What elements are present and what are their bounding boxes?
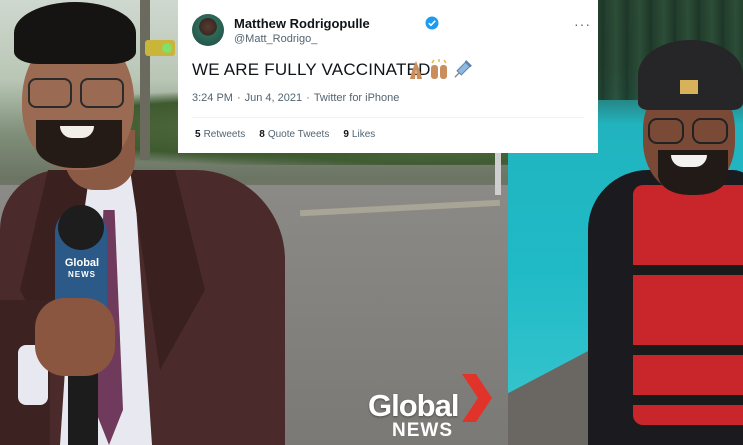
tweet-card[interactable]: Matthew Rodrigopulle @Matt_Rodrigo_ ··· …: [178, 0, 598, 153]
tweet-date[interactable]: Jun 4, 2021: [245, 92, 303, 104]
meta-separator: ·: [236, 92, 241, 104]
vest-strap: [633, 345, 743, 355]
reporter-glasses: [28, 78, 128, 108]
traffic-pole: [140, 0, 150, 160]
divider: [192, 117, 584, 118]
logo-word: Global: [368, 388, 459, 423]
likes-stat[interactable]: 9 Likes: [343, 129, 375, 140]
raised-hands-icon: [431, 59, 447, 79]
beanie-tag: [680, 80, 698, 94]
reporter-hair: [14, 2, 136, 64]
avatar[interactable]: [192, 14, 224, 46]
mic-brand-text: Global: [64, 257, 100, 269]
microphone-head: [58, 205, 104, 250]
mic-flag-label: Global NEWS: [59, 258, 105, 280]
retweets-stat[interactable]: 5 Retweets: [195, 129, 245, 140]
tweet-text: WE ARE FULLY VACCINATED: [192, 60, 431, 79]
mic-sub-text: NEWS: [68, 270, 96, 279]
beanie: [638, 40, 743, 110]
folded-hands-icon: [410, 61, 422, 79]
syringe-icon: [454, 60, 472, 78]
chevron-right-icon: [462, 374, 492, 422]
tweet-meta: 3:24 PM · Jun 4, 2021 · Twitter for iPhone: [192, 92, 403, 104]
vest-strap: [633, 265, 743, 275]
traffic-signal: [145, 40, 175, 56]
tweet-time[interactable]: 3:24 PM: [192, 92, 233, 104]
quote-tweets-stat[interactable]: 8 Quote Tweets: [259, 129, 329, 140]
composite-image: Global NEWS Global NEWS Matthew Rodrigop…: [0, 0, 743, 445]
tweet-display-name[interactable]: Matthew Rodrigopulle: [234, 16, 370, 31]
meta-separator: ·: [306, 92, 310, 104]
tweet-source[interactable]: Twitter for iPhone: [314, 92, 400, 104]
reporter-hand: [35, 298, 115, 376]
vest-strap: [633, 395, 743, 405]
person-glasses: [648, 118, 730, 144]
tweet-stats: 5 Retweets 8 Quote Tweets 9 Likes: [195, 129, 375, 140]
verified-badge-icon: [425, 16, 439, 30]
tweet-handle[interactable]: @Matt_Rodrigo_: [234, 33, 317, 45]
life-vest: [633, 185, 743, 425]
logo-sub: NEWS: [392, 420, 453, 441]
more-options-icon[interactable]: ···: [574, 16, 591, 32]
global-news-logo: Global NEWS: [368, 370, 498, 441]
